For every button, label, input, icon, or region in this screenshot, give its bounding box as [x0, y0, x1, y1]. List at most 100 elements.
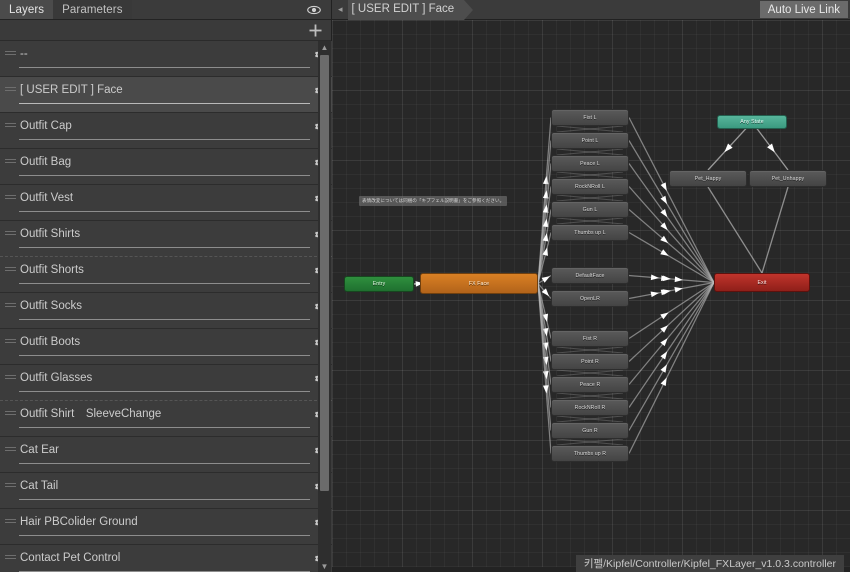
layer-weight-slider[interactable]: [19, 499, 310, 500]
layer-weight-slider[interactable]: [19, 247, 310, 248]
state-node-label: Peace L: [580, 160, 600, 167]
state-node-openlr[interactable]: OpenLR: [551, 290, 629, 307]
layer-drag-handle[interactable]: [0, 300, 20, 307]
state-node-blendtree[interactable]: FX Face: [420, 273, 538, 294]
layer-weight-slider[interactable]: [19, 139, 310, 140]
animator-window: Layers Parameters -- [ USER EDIT ] Face Ou…: [0, 0, 850, 572]
layer-row[interactable]: Outfit Glasses: [0, 365, 332, 401]
state-node-thumbsupL[interactable]: Thumbs up L: [551, 224, 629, 241]
layer-weight-slider[interactable]: [19, 175, 310, 176]
layer-row[interactable]: Outfit Vest: [0, 185, 332, 221]
layer-drag-handle[interactable]: [0, 336, 20, 343]
state-node-anystate[interactable]: Any State: [717, 115, 787, 129]
state-node-rocknrollR[interactable]: RockNRoll R: [551, 399, 629, 416]
layer-drag-handle[interactable]: [0, 552, 20, 559]
layer-weight-slider[interactable]: [19, 391, 310, 392]
layer-drag-handle[interactable]: [0, 228, 20, 235]
layer-list[interactable]: -- [ USER EDIT ] Face Outfit Cap Outfit Bag…: [0, 41, 332, 572]
layer-visibility-button[interactable]: [297, 0, 331, 19]
eye-icon: [307, 5, 321, 14]
layer-drag-handle[interactable]: [0, 372, 20, 379]
layer-row[interactable]: Contact Pet Control: [0, 545, 332, 572]
status-bar: 키펠/Kipfel/Controller/Kipfel_FXLayer_v1.0…: [332, 554, 850, 572]
state-node-pet_unhappy[interactable]: Pet_Unhappy: [749, 170, 827, 187]
state-node-entry[interactable]: Entry: [344, 276, 414, 292]
layer-name-label: Outfit Boots: [20, 336, 81, 348]
layer-name-label: [ USER EDIT ] Face: [20, 84, 123, 96]
layer-row[interactable]: --: [0, 41, 332, 77]
layer-drag-handle[interactable]: [0, 480, 20, 487]
state-node-label: FX Face: [468, 280, 490, 287]
add-layer-bar: [0, 20, 331, 41]
scroll-down-arrow[interactable]: ▼: [318, 560, 331, 572]
state-node-fistL[interactable]: Fist L: [551, 109, 629, 126]
tab-layers[interactable]: Layers: [0, 0, 54, 19]
layer-name-label: Outfit Shorts: [20, 264, 84, 276]
layer-weight-slider[interactable]: [19, 283, 310, 284]
layer-drag-handle[interactable]: [0, 48, 20, 55]
layer-weight-slider[interactable]: [19, 67, 310, 68]
state-node-defaultface[interactable]: DefaultFace: [551, 267, 629, 284]
layer-row[interactable]: Hair PBColider Ground: [0, 509, 332, 545]
state-node-label: Gun R: [582, 427, 598, 434]
layer-row[interactable]: Cat Tail: [0, 473, 332, 509]
layer-name-label: Outfit Shirts: [20, 228, 81, 240]
layer-weight-slider[interactable]: [19, 211, 310, 212]
state-machine-canvas[interactable]: Entry FX Face Any State Exit Pet_Happy Pet_Un…: [332, 20, 850, 572]
state-node-fistR[interactable]: Fist R: [551, 330, 629, 347]
layer-weight-slider[interactable]: [19, 427, 310, 428]
state-node-pet_happy[interactable]: Pet_Happy: [669, 170, 747, 187]
layer-drag-handle[interactable]: [0, 84, 20, 91]
layer-name-label: Cat Tail: [20, 480, 59, 492]
layer-weight-slider[interactable]: [19, 535, 310, 536]
layer-weight-slider[interactable]: [19, 103, 310, 104]
state-node-label: OpenLR: [580, 295, 600, 302]
state-node-gunL[interactable]: Gun L: [551, 201, 629, 218]
state-node-thumbsupR[interactable]: Thumbs up R: [551, 445, 629, 462]
tab-parameters-label: Parameters: [62, 3, 123, 16]
layer-drag-handle[interactable]: [0, 408, 20, 415]
state-node-label: Point R: [581, 358, 599, 365]
layer-drag-handle[interactable]: [0, 156, 20, 163]
scrollbar-thumb[interactable]: [320, 55, 329, 491]
state-node-pointR[interactable]: Point R: [551, 353, 629, 370]
layer-drag-handle[interactable]: [0, 516, 20, 523]
state-node-label: DefaultFace: [575, 272, 605, 279]
layer-name-label: Outfit Socks: [20, 300, 82, 312]
layer-weight-slider[interactable]: [19, 319, 310, 320]
scroll-up-arrow[interactable]: ▲: [318, 41, 331, 53]
layers-panel: Layers Parameters -- [ USER EDIT ] Face Ou…: [0, 0, 332, 572]
layer-list-scrollbar[interactable]: ▲ ▼: [318, 41, 331, 572]
tab-parameters[interactable]: Parameters: [53, 0, 132, 19]
layer-row[interactable]: Outfit Socks: [0, 293, 332, 329]
state-node-label: Pet_Happy: [694, 175, 722, 182]
layer-row[interactable]: [ USER EDIT ] Face: [0, 77, 332, 113]
state-node-label: Entry: [372, 281, 386, 287]
layer-row[interactable]: Outfit Shorts: [0, 257, 332, 293]
state-node-label: Any State: [740, 119, 764, 125]
state-node-peaceL[interactable]: Peace L: [551, 155, 629, 172]
layer-row[interactable]: Outfit Shirts: [0, 221, 332, 257]
auto-live-link-label: Auto Live Link: [767, 3, 840, 16]
layer-drag-handle[interactable]: [0, 444, 20, 451]
state-node-exit[interactable]: Exit: [714, 273, 810, 292]
plus-icon[interactable]: [309, 24, 322, 37]
layer-drag-handle[interactable]: [0, 192, 20, 199]
state-node-pointL[interactable]: Point L: [551, 132, 629, 149]
state-node-label: Fist R: [582, 335, 598, 342]
state-node-gunR[interactable]: Gun R: [551, 422, 629, 439]
layer-weight-slider[interactable]: [19, 355, 310, 356]
layer-row[interactable]: Outfit Boots: [0, 329, 332, 365]
layer-row[interactable]: Outfit Bag: [0, 149, 332, 185]
layer-drag-handle[interactable]: [0, 264, 20, 271]
layer-row[interactable]: Outfit Shirt SleeveChange: [0, 401, 332, 437]
state-node-rocknrollL[interactable]: RockNRoll L: [551, 178, 629, 195]
layer-weight-slider[interactable]: [19, 463, 310, 464]
layer-row[interactable]: Outfit Cap: [0, 113, 332, 149]
layer-drag-handle[interactable]: [0, 120, 20, 127]
breadcrumb-back-icon[interactable]: ◂: [332, 4, 348, 15]
auto-live-link-button[interactable]: Auto Live Link: [759, 1, 848, 18]
breadcrumb-current[interactable]: [ USER EDIT ] Face: [347, 0, 473, 20]
state-node-peaceR[interactable]: Peace R: [551, 376, 629, 393]
layer-row[interactable]: Cat Ear: [0, 437, 332, 473]
